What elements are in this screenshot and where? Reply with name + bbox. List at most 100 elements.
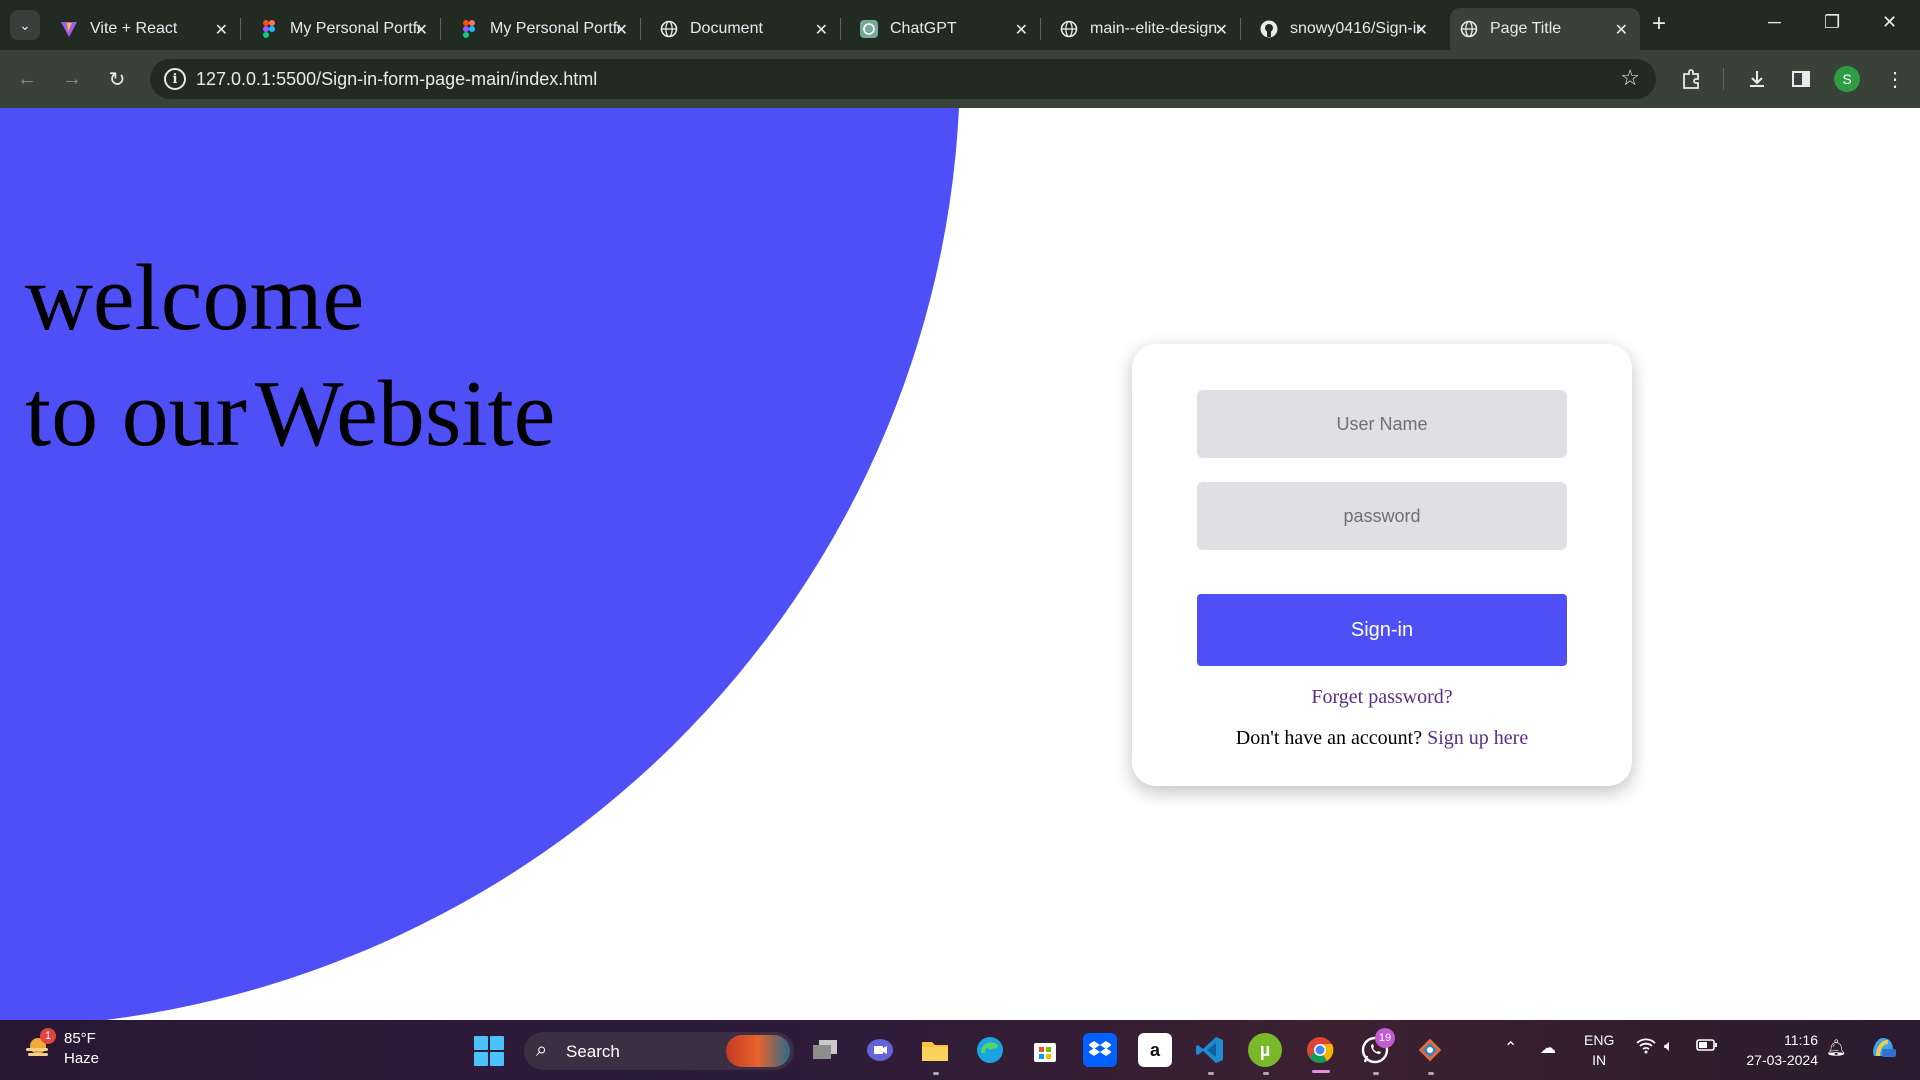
sign-up-link[interactable]: Sign up here <box>1427 727 1528 749</box>
browser-toolbar: ← → ↻ i 127.0.0.1:5500/Sign-in-form-page… <box>0 50 1920 108</box>
running-indicator <box>1263 1072 1269 1075</box>
close-icon[interactable]: ✕ <box>1015 20 1028 40</box>
taskbar-search[interactable]: ⌕ Search <box>524 1032 794 1070</box>
password-input[interactable] <box>1197 482 1567 550</box>
tab-github[interactable]: snowy0416/Sign-in-form ✕ <box>1250 8 1440 50</box>
tab-vite-react[interactable]: Vite + React ✕ <box>50 8 241 50</box>
tab-title: My Personal Portfolio <box>490 20 620 37</box>
language-code: ENG <box>1584 1032 1615 1048</box>
download-icon[interactable] <box>1742 64 1772 94</box>
tab-title: Vite + React <box>90 20 178 37</box>
tab-document[interactable]: Document ✕ <box>650 8 841 50</box>
close-icon[interactable]: ✕ <box>1615 20 1628 40</box>
figma-icon <box>260 20 278 38</box>
task-view-icon[interactable] <box>808 1033 842 1067</box>
windows-start-icon[interactable] <box>474 1036 504 1066</box>
toolbar-separator <box>1723 68 1724 90</box>
tab-title: snowy0416/Sign-in-form <box>1290 20 1420 37</box>
url-text[interactable]: 127.0.0.1:5500/Sign-in-form-page-main/in… <box>196 69 597 90</box>
close-icon[interactable]: ✕ <box>1215 20 1228 40</box>
utorrent-icon[interactable]: µ <box>1248 1033 1282 1067</box>
sign-in-button[interactable]: Sign-in <box>1197 594 1567 666</box>
taskbar-search-label: Search <box>566 1042 620 1061</box>
tab-portfolio-1[interactable]: My Personal Portfolio ✕ <box>250 8 441 50</box>
welcome-line-2: to ourWebsite <box>25 356 563 472</box>
reload-icon[interactable]: ↻ <box>102 64 132 94</box>
sign-in-card: Sign-in Forget password? Don't have an a… <box>1132 344 1632 786</box>
close-icon[interactable]: ✕ <box>215 20 228 40</box>
tab-portfolio-2[interactable]: My Personal Portfolio ✕ <box>450 8 641 50</box>
microsoft-store-icon[interactable] <box>1028 1033 1062 1067</box>
side-panel-icon[interactable] <box>1786 64 1816 94</box>
weather-description[interactable]: Haze <box>64 1050 99 1067</box>
tab-title: ChatGPT <box>890 20 957 37</box>
windows-taskbar: 1 85°F Haze ⌕ Search a µ 19 ⌃ ☁ ENG IN 🔈… <box>0 1020 1920 1080</box>
no-account-text: Don't have an account? <box>1235 727 1423 749</box>
whatsapp-unread-badge: 19 <box>1375 1028 1395 1048</box>
tab-separator <box>1240 18 1241 40</box>
copilot-icon[interactable] <box>1868 1032 1898 1067</box>
forward-icon[interactable]: → <box>57 64 87 94</box>
forgot-password-link[interactable]: Forget password? <box>1132 686 1632 709</box>
github-icon <box>1260 20 1278 38</box>
close-window-icon[interactable]: ✕ <box>1882 12 1897 33</box>
dropbox-icon[interactable] <box>1083 1033 1117 1067</box>
tab-separator <box>240 18 241 40</box>
file-explorer-icon[interactable] <box>918 1033 952 1067</box>
volume-icon[interactable]: 🔈︎ <box>1664 1038 1674 1056</box>
tab-title: Page Title <box>1490 20 1562 37</box>
close-icon[interactable]: ✕ <box>415 20 428 40</box>
chat-meet-icon[interactable] <box>863 1033 897 1067</box>
vite-icon <box>60 20 78 38</box>
bookmark-star-icon[interactable]: ☆ <box>1620 65 1640 91</box>
vscode-icon[interactable] <box>1193 1033 1227 1067</box>
tab-title: My Personal Portfolio <box>290 20 420 37</box>
language-indicator[interactable]: ENG IN <box>1584 1030 1614 1070</box>
running-indicator <box>1373 1072 1379 1075</box>
menu-kebab-icon[interactable]: ⋮ <box>1880 64 1910 94</box>
tab-chatgpt[interactable]: ChatGPT ✕ <box>850 8 1041 50</box>
wifi-icon[interactable] <box>1636 1038 1656 1059</box>
amazon-icon[interactable]: a <box>1138 1033 1172 1067</box>
signup-prompt: Don't have an account? Sign up here <box>1132 727 1632 750</box>
chevron-up-icon[interactable]: ⌃ <box>1504 1038 1517 1058</box>
tab-separator <box>1040 18 1041 40</box>
restore-icon[interactable]: ❐ <box>1824 12 1840 33</box>
welcome-line-1: welcome <box>25 246 365 350</box>
back-icon[interactable]: ← <box>12 64 42 94</box>
welcome-line-2b: Website <box>254 362 556 466</box>
clock-date: 27-03-2024 <box>1746 1052 1818 1068</box>
weather-alert-badge: 1 <box>40 1028 56 1044</box>
weather-temperature[interactable]: 85°F <box>64 1030 96 1047</box>
chrome-icon[interactable] <box>1303 1033 1337 1067</box>
profile-avatar[interactable]: S <box>1834 66 1860 92</box>
extensions-icon[interactable] <box>1676 64 1706 94</box>
tab-page-title[interactable]: Page Title ✕ <box>1450 8 1640 50</box>
tab-separator <box>440 18 441 40</box>
close-icon[interactable]: ✕ <box>815 20 828 40</box>
site-info-icon[interactable]: i <box>164 68 186 90</box>
tab-separator <box>640 18 641 40</box>
git-tool-icon[interactable] <box>1413 1033 1447 1067</box>
system-clock[interactable]: 11:16 27-03-2024 <box>1738 1030 1818 1070</box>
globe-icon <box>1460 20 1478 38</box>
chatgpt-icon <box>860 20 878 38</box>
tab-search-button[interactable]: ⌄ <box>10 10 40 40</box>
clock-time: 11:16 <box>1784 1032 1818 1048</box>
close-icon[interactable]: ✕ <box>1415 20 1428 40</box>
notification-bell-icon[interactable]: 🔔︎ <box>1826 1038 1846 1058</box>
username-input[interactable] <box>1197 390 1567 458</box>
edge-browser-icon[interactable] <box>973 1033 1007 1067</box>
battery-icon[interactable] <box>1696 1038 1718 1057</box>
tab-elite-design[interactable]: main--elite-design ✕ <box>1050 8 1241 50</box>
onedrive-cloud-icon[interactable]: ☁ <box>1540 1038 1556 1058</box>
search-icon: ⌕ <box>536 1039 548 1061</box>
close-icon[interactable]: ✕ <box>615 20 628 40</box>
address-bar[interactable]: i 127.0.0.1:5500/Sign-in-form-page-main/… <box>150 59 1656 99</box>
globe-icon <box>660 20 678 38</box>
chevron-down-icon: ⌄ <box>19 16 31 33</box>
new-tab-button[interactable]: + <box>1652 12 1666 36</box>
running-indicator <box>1428 1072 1434 1075</box>
figma-icon <box>460 20 478 38</box>
minimize-icon[interactable]: ─ <box>1768 12 1781 33</box>
